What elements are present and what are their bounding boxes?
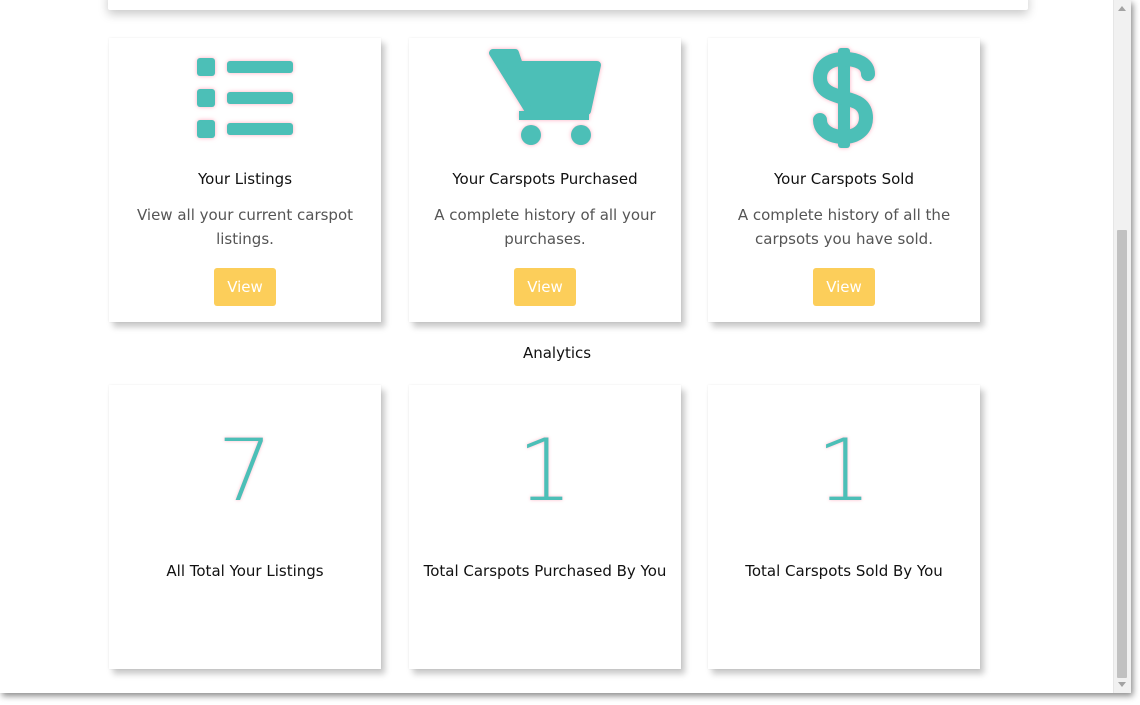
stat-value: 1 (517, 421, 573, 521)
stat-label: Total Carspots Purchased By You (423, 562, 667, 580)
dollar-icon (708, 46, 980, 150)
scroll-up-arrow-icon[interactable] (1118, 6, 1126, 11)
view-purchased-button[interactable]: View (514, 268, 576, 306)
purchased-card: Your Carspots Purchased A complete histo… (409, 38, 681, 322)
stat-value: 7 (217, 421, 273, 521)
view-sold-button[interactable]: View (813, 268, 875, 306)
stat-label: Total Carspots Sold By You (745, 562, 943, 580)
total-sold-stat-card: 1 Total Carspots Sold By You (708, 385, 980, 669)
analytics-heading: Analytics (522, 344, 592, 362)
total-purchased-stat-card: 1 Total Carspots Purchased By You (409, 385, 681, 669)
stat-label: All Total Your Listings (166, 562, 324, 580)
list-icon (109, 46, 381, 150)
card-description: View all your current carspot listings. (136, 206, 354, 248)
card-title: Your Carspots Purchased (452, 170, 638, 188)
sold-card: Your Carspots Sold A complete history of… (708, 38, 980, 322)
card-title: Your Listings (197, 170, 293, 188)
card-description: A complete history of all your purchases… (434, 206, 656, 248)
stat-value: 1 (816, 421, 872, 521)
view-listings-button[interactable]: View (214, 268, 276, 306)
listings-card: Your Listings View all your current cars… (109, 38, 381, 322)
navbar-bottom-edge (108, 0, 1028, 10)
card-title: Your Carspots Sold (774, 170, 914, 188)
scrollbar-thumb[interactable] (1117, 230, 1127, 678)
card-description: A complete history of all the carpsots y… (737, 206, 951, 248)
shopping-cart-icon (409, 46, 681, 150)
total-listings-stat-card: 7 All Total Your Listings (109, 385, 381, 669)
browser-viewport: Your Listings View all your current cars… (0, 0, 1131, 693)
scroll-down-arrow-icon[interactable] (1118, 682, 1126, 687)
vertical-scrollbar[interactable] (1113, 0, 1131, 693)
